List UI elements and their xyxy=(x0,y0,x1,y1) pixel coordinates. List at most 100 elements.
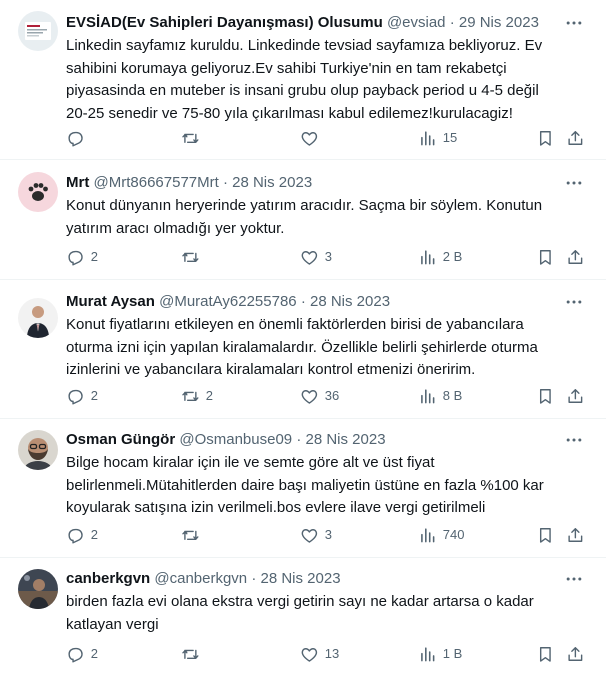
author-handle[interactable]: @canberkgvn xyxy=(154,570,247,587)
tweet-header: EVSİAD(Ev Sahipleri Dayanışması) Olusumu… xyxy=(66,13,546,33)
like-button[interactable]: 13 xyxy=(300,644,339,664)
tweet-actions: 2 3 2 B xyxy=(66,247,586,267)
reply-button[interactable]: 2 xyxy=(66,386,98,406)
more-icon[interactable] xyxy=(564,13,584,33)
retweet-button[interactable]: 2 xyxy=(181,386,213,406)
heart-icon xyxy=(301,389,318,404)
more-icon[interactable] xyxy=(564,569,584,589)
author-name[interactable]: EVSİAD(Ev Sahipleri Dayanışması) Olusumu xyxy=(66,14,383,31)
bookmark-icon xyxy=(539,646,551,662)
more-icon[interactable] xyxy=(564,430,584,450)
separator-dot: · xyxy=(251,570,257,587)
retweet-button[interactable] xyxy=(181,128,206,148)
suit-person-avatar[interactable] xyxy=(18,298,58,338)
tweet-header: canberkgvn @canberkgvn · 28 Nis 2023 xyxy=(66,569,546,589)
tweet-actions: 2 13 1 B xyxy=(66,644,586,664)
views-count: 740 xyxy=(442,527,465,542)
author-handle[interactable]: @evsiad xyxy=(387,14,446,31)
tweet-date[interactable]: 28 Nis 2023 xyxy=(306,431,386,448)
views-icon xyxy=(421,527,435,543)
reply-count: 2 xyxy=(90,249,98,264)
retweet-count: 2 xyxy=(205,388,213,403)
tweet-header: Mrt @Mrt86667577Mrt · 28 Nis 2023 xyxy=(66,173,546,193)
author-handle[interactable]: @Osmanbuse09 xyxy=(179,431,292,448)
author-name[interactable]: canberkgvn xyxy=(66,570,150,587)
tweet-text: Linkedin sayfamız kuruldu. Linkedinde te… xyxy=(66,37,543,122)
photo-avatar[interactable] xyxy=(18,569,58,609)
author-name[interactable]: Mrt xyxy=(66,174,89,191)
tweet-evsiad[interactable]: EVSİAD(Ev Sahipleri Dayanışması) Olusumu… xyxy=(0,0,606,160)
tweet-date[interactable]: 28 Nis 2023 xyxy=(261,570,341,587)
like-button[interactable] xyxy=(300,128,325,148)
reply-icon xyxy=(68,131,83,147)
views-count: 2 B xyxy=(442,249,463,264)
author-name[interactable]: Osman Güngör xyxy=(66,431,175,448)
like-count: 13 xyxy=(324,646,340,661)
bookmark-button[interactable] xyxy=(536,247,555,267)
tweet-date[interactable]: 29 Nis 2023 xyxy=(459,14,539,31)
like-button[interactable]: 3 xyxy=(300,525,332,545)
views-button[interactable]: 1 B xyxy=(418,644,462,664)
evsiad-logo-avatar[interactable] xyxy=(18,11,58,51)
author-handle[interactable]: @Mrt86667577Mrt xyxy=(94,174,219,191)
more-icon[interactable] xyxy=(564,173,584,193)
tweet-canberkgvn[interactable]: canberkgvn @canberkgvn · 28 Nis 2023 bir… xyxy=(0,558,606,673)
heart-icon xyxy=(301,647,318,662)
share-button[interactable] xyxy=(566,644,585,664)
heart-icon xyxy=(301,131,318,146)
bookmark-icon xyxy=(539,130,551,146)
tweet-osman-gungor[interactable]: Osman Güngör @Osmanbuse09 · 28 Nis 2023 … xyxy=(0,419,606,558)
tweet-text: Konut fiyatlarını etkileyen en önemli fa… xyxy=(66,316,538,378)
share-button[interactable] xyxy=(566,247,585,267)
author-handle[interactable]: @MuratAy62255786 xyxy=(159,293,297,310)
tweet-date[interactable]: 28 Nis 2023 xyxy=(310,293,390,310)
reply-button[interactable]: 2 xyxy=(66,644,98,664)
views-icon xyxy=(421,249,435,265)
views-button[interactable]: 15 xyxy=(418,128,457,148)
reply-button[interactable] xyxy=(66,128,91,148)
heart-icon xyxy=(301,250,318,265)
reply-icon xyxy=(68,250,83,266)
retweet-icon xyxy=(182,649,199,659)
paw-avatar[interactable] xyxy=(18,172,58,212)
bookmark-button[interactable] xyxy=(536,525,555,545)
views-count: 8 B xyxy=(442,388,463,403)
tweet-mrt[interactable]: Mrt @Mrt86667577Mrt · 28 Nis 2023 Konut … xyxy=(0,160,606,280)
reply-button[interactable]: 2 xyxy=(66,247,98,267)
like-button[interactable]: 3 xyxy=(300,247,332,267)
tweet-actions: 2 3 740 xyxy=(66,525,586,545)
retweet-button[interactable] xyxy=(181,247,206,267)
author-name[interactable]: Murat Aysan xyxy=(66,293,155,310)
tweet-actions: 15 xyxy=(66,128,586,148)
views-button[interactable]: 8 B xyxy=(418,386,462,406)
views-count: 1 B xyxy=(442,646,463,661)
bookmark-button[interactable] xyxy=(536,386,555,406)
tweet-date[interactable]: 28 Nis 2023 xyxy=(232,174,312,191)
bearded-man-avatar[interactable] xyxy=(18,430,58,470)
retweet-button[interactable] xyxy=(181,525,206,545)
share-icon xyxy=(568,249,583,264)
bookmark-icon xyxy=(539,527,551,543)
share-icon xyxy=(568,646,583,661)
retweet-button[interactable] xyxy=(181,644,206,664)
share-button[interactable] xyxy=(566,386,585,406)
tweet-murat-aysan[interactable]: Murat Aysan @MuratAy62255786 · 28 Nis 20… xyxy=(0,280,606,419)
retweet-icon xyxy=(182,391,199,401)
reply-count: 2 xyxy=(90,388,98,403)
bookmark-button[interactable] xyxy=(536,128,555,148)
share-icon xyxy=(568,527,583,542)
views-button[interactable]: 2 B xyxy=(418,247,462,267)
more-icon[interactable] xyxy=(564,292,584,312)
reply-button[interactable]: 2 xyxy=(66,525,98,545)
views-button[interactable]: 740 xyxy=(418,525,464,545)
share-button[interactable] xyxy=(566,128,585,148)
reply-icon xyxy=(68,528,83,544)
bookmark-button[interactable] xyxy=(536,644,555,664)
reply-icon xyxy=(68,647,83,663)
like-count: 3 xyxy=(324,249,332,264)
retweet-icon xyxy=(182,252,199,262)
share-icon xyxy=(568,130,583,145)
like-button[interactable]: 36 xyxy=(300,386,339,406)
retweet-icon xyxy=(182,530,199,540)
share-button[interactable] xyxy=(566,525,585,545)
